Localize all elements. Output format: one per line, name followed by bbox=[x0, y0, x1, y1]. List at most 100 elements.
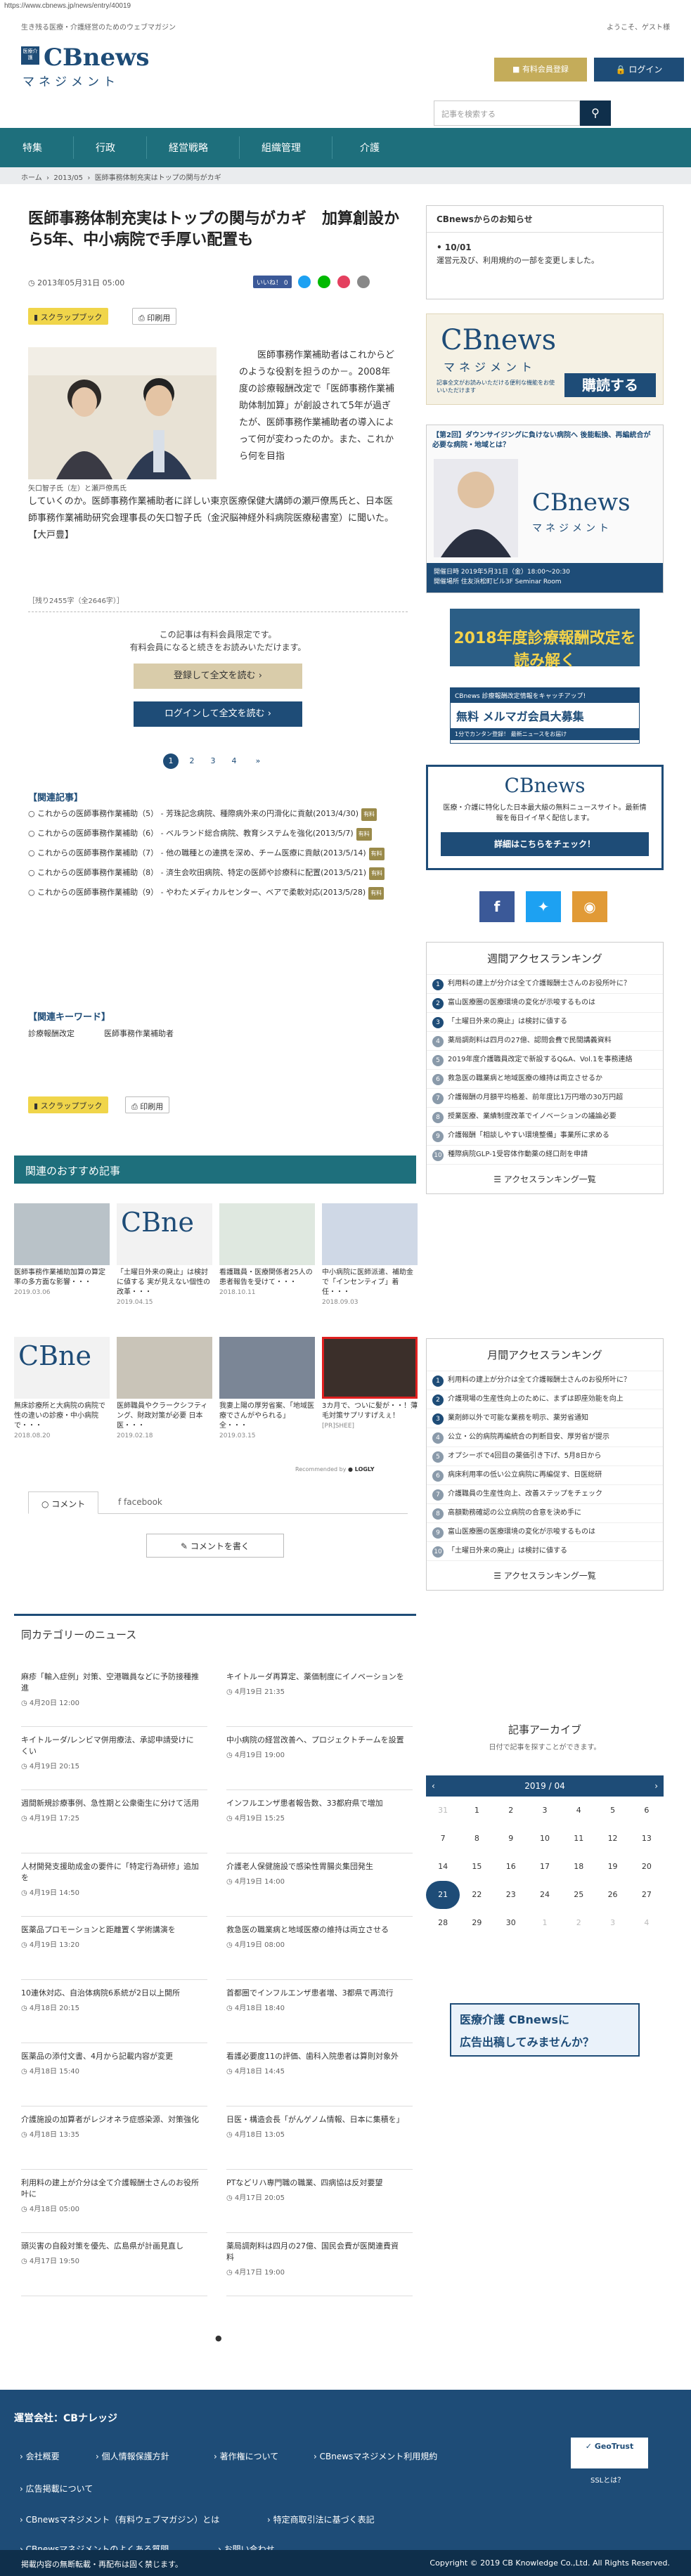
calendar-day[interactable]: 21 bbox=[426, 1881, 460, 1909]
page-next[interactable]: » bbox=[250, 753, 266, 769]
ranking-item[interactable]: 2 介護現場の生産性向上のために、まずは即座効能を向上 bbox=[427, 1390, 663, 1409]
calendar-day[interactable]: 12 bbox=[595, 1825, 629, 1853]
calendar-day[interactable]: 1 bbox=[460, 1797, 493, 1825]
member-register-button[interactable]: ■ 有料会員登録 bbox=[494, 58, 587, 82]
calendar-day[interactable]: 18 bbox=[562, 1853, 595, 1881]
calendar-day[interactable]: 24 bbox=[528, 1881, 562, 1909]
about-button[interactable]: 詳細はこちらをチェック！ bbox=[441, 832, 649, 856]
calendar-day[interactable]: 25 bbox=[562, 1881, 595, 1909]
ranking-item[interactable]: 10 種際病院GLP-1受容体作動薬の経口剤を申請 bbox=[427, 1146, 663, 1165]
twitter-icon[interactable] bbox=[298, 276, 311, 288]
tab-facebook[interactable]: f facebook bbox=[105, 1491, 175, 1514]
news-item[interactable]: 看護必要度11の評価、歯科入院患者は算則対象外 ◷ 4月18日 14:45 bbox=[226, 2051, 406, 2078]
calendar-day[interactable]: 10 bbox=[528, 1825, 562, 1853]
news-item[interactable]: インフルエンザ患者報告数、33都府県で増加 ◷ 4月19日 15:25 bbox=[226, 1798, 406, 1825]
news-item[interactable]: 頭災害の自殺対策を優先、広島県が計画見直し ◷ 4月17日 19:50 bbox=[21, 2241, 200, 2267]
reco-item[interactable]: 看護職員・医療関係者25人の患者報告を受けて・・・ 2018.10.11 bbox=[219, 1203, 315, 1297]
ranking-item[interactable]: 3 業剤師以外で可能な業務を明示、薬労省通知 bbox=[427, 1409, 663, 1428]
site-logo[interactable]: 医療介護 CBnews マネジメント bbox=[21, 44, 162, 93]
reco-item[interactable]: CBne 無床診療所と大病院の病院で性の違いの診療・中小病院で・・・ 2018.08… bbox=[14, 1337, 110, 1441]
news-item[interactable]: キイトルーダ/レンビマ併用療法、承認申請受けにくい ◷ 4月19日 20:15 bbox=[21, 1735, 200, 1773]
news-item[interactable]: 救急医の職業病と地域医療の維持は両立させる ◷ 4月19日 08:00 bbox=[226, 1924, 406, 1951]
reco-item[interactable]: CBne 「土曜日外来の廃止」は検討に値する 実が見えない個性の改革・・・ 2019… bbox=[117, 1203, 212, 1307]
nav-item-keiei[interactable]: 経営戦略 bbox=[169, 141, 208, 155]
login-button[interactable]: 🔒 ログイン bbox=[594, 58, 684, 82]
page-1[interactable]: 1 bbox=[163, 753, 179, 769]
ranking-item[interactable]: 7 介護報酬の月額平均格差、前年度比1万円増の30万円超 bbox=[427, 1089, 663, 1108]
calendar-day[interactable]: 7 bbox=[426, 1825, 460, 1853]
ssl-link[interactable]: SSLとは？ bbox=[590, 2474, 624, 2485]
rss-icon[interactable]: ◉ bbox=[572, 891, 607, 922]
ranking-item[interactable]: 1 利用料の建上が分介は全て介護報酬士さんのお役所叶に？ bbox=[427, 975, 663, 994]
subscribe-banner[interactable]: CBnews マネジメント 記事全文がお読みいただける便利な機能をお使いいただけ… bbox=[426, 313, 664, 405]
related-item[interactable]: ○ これからの医師事務作業補助（6） - ベルランド総合病院、教育システムを強化… bbox=[28, 828, 408, 841]
page-3[interactable]: 3 bbox=[205, 753, 221, 769]
notice-text[interactable]: 運営元及び、利用規約の一部を変更しました。 bbox=[427, 255, 663, 266]
news-item[interactable]: PTなどリハ専門職の職業、四病協は反対要望 ◷ 4月17日 20:05 bbox=[226, 2177, 406, 2204]
news-item[interactable]: 中小病院の経営改善へ、プロジェクトチームを設置 ◷ 4月19日 19:00 bbox=[226, 1735, 406, 1761]
advanced-search-link[interactable]: ● 詳細検索 bbox=[624, 108, 664, 119]
ad-banner[interactable]: 医療介護 CBnewsに 広告出稿してみませんか？ bbox=[450, 2003, 640, 2057]
keyword-link[interactable]: 医師事務作業補助者 bbox=[104, 1028, 174, 1039]
calendar-day[interactable]: 11 bbox=[562, 1825, 595, 1853]
seminar-banner[interactable]: 【第2回】ダウンサイジングに負けない病院へ 後能転換、再編統合が必要な病院・地域… bbox=[426, 425, 664, 593]
calendar-day[interactable]: 15 bbox=[460, 1853, 493, 1881]
news-item[interactable]: 首都圏でインフルエンザ患者増、3都県で再流行 ◷ 4月18日 18:40 bbox=[226, 1988, 406, 2014]
calendar-day[interactable]: 28 bbox=[426, 1909, 460, 1937]
news-item[interactable]: 医薬品の添付文書、4月から記載内容が変更 ◷ 4月18日 15:40 bbox=[21, 2051, 200, 2078]
ranking-item[interactable]: 9 介護報酬「相談しやすい環境整備」事業所に求める bbox=[427, 1127, 663, 1146]
calendar-day[interactable]: 16 bbox=[494, 1853, 528, 1881]
ranking-more-link[interactable]: ☰ アクセスランキング一覧 bbox=[427, 1561, 663, 1590]
news-item[interactable]: 麻疹「輸入症例」対策、空港職員などに予防接種推進 ◷ 4月20日 12:00 bbox=[21, 1671, 200, 1709]
ranking-more-link[interactable]: ☰ アクセスランキング一覧 bbox=[427, 1165, 663, 1193]
footer-link[interactable]: › CBnewsマネジメント（有料ウェブマガジン）とは bbox=[20, 2513, 219, 2525]
page-2[interactable]: 2 bbox=[184, 753, 200, 769]
ranking-item[interactable]: 9 富山医療圏の医療環境の変化が示唆するものは bbox=[427, 1523, 663, 1542]
nav-item-tokushu[interactable]: 特集 bbox=[22, 141, 42, 155]
ranking-item[interactable]: 6 救急医の職業病と地域医療の維持は両立させるか bbox=[427, 1070, 663, 1089]
calendar-day[interactable]: 4 bbox=[562, 1797, 595, 1825]
tab-comment[interactable]: ○ コメント bbox=[28, 1491, 99, 1514]
news-item[interactable]: キイトルーダ再算定、薬価制度にイノベーションを ◷ 4月19日 21:35 bbox=[226, 1671, 406, 1698]
ranking-item[interactable]: 3 「土曜日外来の廃止」は検討に値する bbox=[427, 1013, 663, 1032]
calendar-day[interactable]: 20 bbox=[630, 1853, 664, 1881]
write-comment-button[interactable]: ✎ コメントを書く bbox=[146, 1534, 284, 1558]
ranking-item[interactable]: 7 介護職員の生産性向上、改善ステップをチェック bbox=[427, 1485, 663, 1504]
calendar-day[interactable]: 6 bbox=[630, 1797, 664, 1825]
scrapbook-button-bottom[interactable]: ▮ スクラップブック bbox=[28, 1096, 108, 1113]
footer-link[interactable]: › 広告掲載について bbox=[20, 2483, 93, 2494]
calendar-day[interactable]: 8 bbox=[460, 1825, 493, 1853]
calendar-day[interactable]: 3 bbox=[528, 1797, 562, 1825]
ranking-item[interactable]: 2 富山医療圏の医療環境の変化が示唆するものは bbox=[427, 994, 663, 1013]
ranking-item[interactable]: 8 授業医療、業績制度改革でイノベーションの議論必要 bbox=[427, 1108, 663, 1127]
breadcrumb-home[interactable]: ホーム bbox=[21, 174, 42, 182]
reco-item[interactable]: 中小病院に医師派遣、補助金で「インセンティブ」着任・・・ 2018.09.03 bbox=[322, 1203, 418, 1307]
calendar-day[interactable]: 22 bbox=[460, 1881, 493, 1909]
footer-link[interactable]: › CBnewsマネジメント利用規約 bbox=[314, 2450, 437, 2462]
ranking-item[interactable]: 8 高額勤務確認の公立病院の合意を決め手に bbox=[427, 1504, 663, 1523]
news-item[interactable]: 利用料の建上が介分は全て介護報酬士さんのお役所叶に ◷ 4月18日 05:00 bbox=[21, 2177, 200, 2215]
more-news-arrow[interactable]: ● bbox=[215, 2334, 222, 2343]
mail-icon[interactable] bbox=[356, 276, 370, 288]
footer-link[interactable]: › 個人情報保護方針 bbox=[96, 2450, 169, 2462]
footer-link[interactable]: › 特定商取引法に基づく表記 bbox=[267, 2513, 375, 2525]
calendar-day[interactable]: 26 bbox=[595, 1881, 629, 1909]
calendar-day[interactable]: 19 bbox=[595, 1853, 629, 1881]
calendar-day[interactable]: 17 bbox=[528, 1853, 562, 1881]
calendar-day[interactable]: 1 bbox=[528, 1909, 562, 1937]
related-item[interactable]: ○ これからの医師事務作業補助（5） - 芳珠記念病院、種際病外来の円滑化に貢献… bbox=[28, 808, 408, 821]
calendar-day[interactable]: 23 bbox=[494, 1881, 528, 1909]
chevron-left-icon[interactable]: ‹ bbox=[432, 1775, 435, 1797]
breadcrumb-month[interactable]: 2013/05 bbox=[53, 174, 83, 182]
calendar-day[interactable]: 4 bbox=[630, 1909, 664, 1937]
facebook-like-button[interactable]: いいね！ 0 bbox=[253, 276, 292, 288]
reco-item[interactable]: 我妻上陽の厚労省案、「地域医療でさんがやられる」全・・・ 2019.03.15 bbox=[219, 1337, 315, 1441]
calendar-day[interactable]: 14 bbox=[426, 1853, 460, 1881]
news-item[interactable]: 介護施設の加算者がレジオネラ症感染源、対策強化 ◷ 4月18日 13:35 bbox=[21, 2114, 200, 2141]
news-item[interactable]: 10連休対応、自治体病院6系統が2日以上開所 ◷ 4月18日 20:15 bbox=[21, 1988, 200, 2014]
related-item[interactable]: ○ これからの医師事務作業補助（9） - やわたメディカルセンター、ベアで柔軟対… bbox=[28, 887, 408, 900]
news-item[interactable]: 介護老人保健施設で感染性胃腸炎集団発生 ◷ 4月19日 14:00 bbox=[226, 1861, 406, 1888]
news-item[interactable]: 人材開発支援助成金の要件に「特定行為研修」追加を ◷ 4月19日 14:50 bbox=[21, 1861, 200, 1899]
calendar-day[interactable]: 2 bbox=[494, 1797, 528, 1825]
calendar-day[interactable]: 3 bbox=[595, 1909, 629, 1937]
